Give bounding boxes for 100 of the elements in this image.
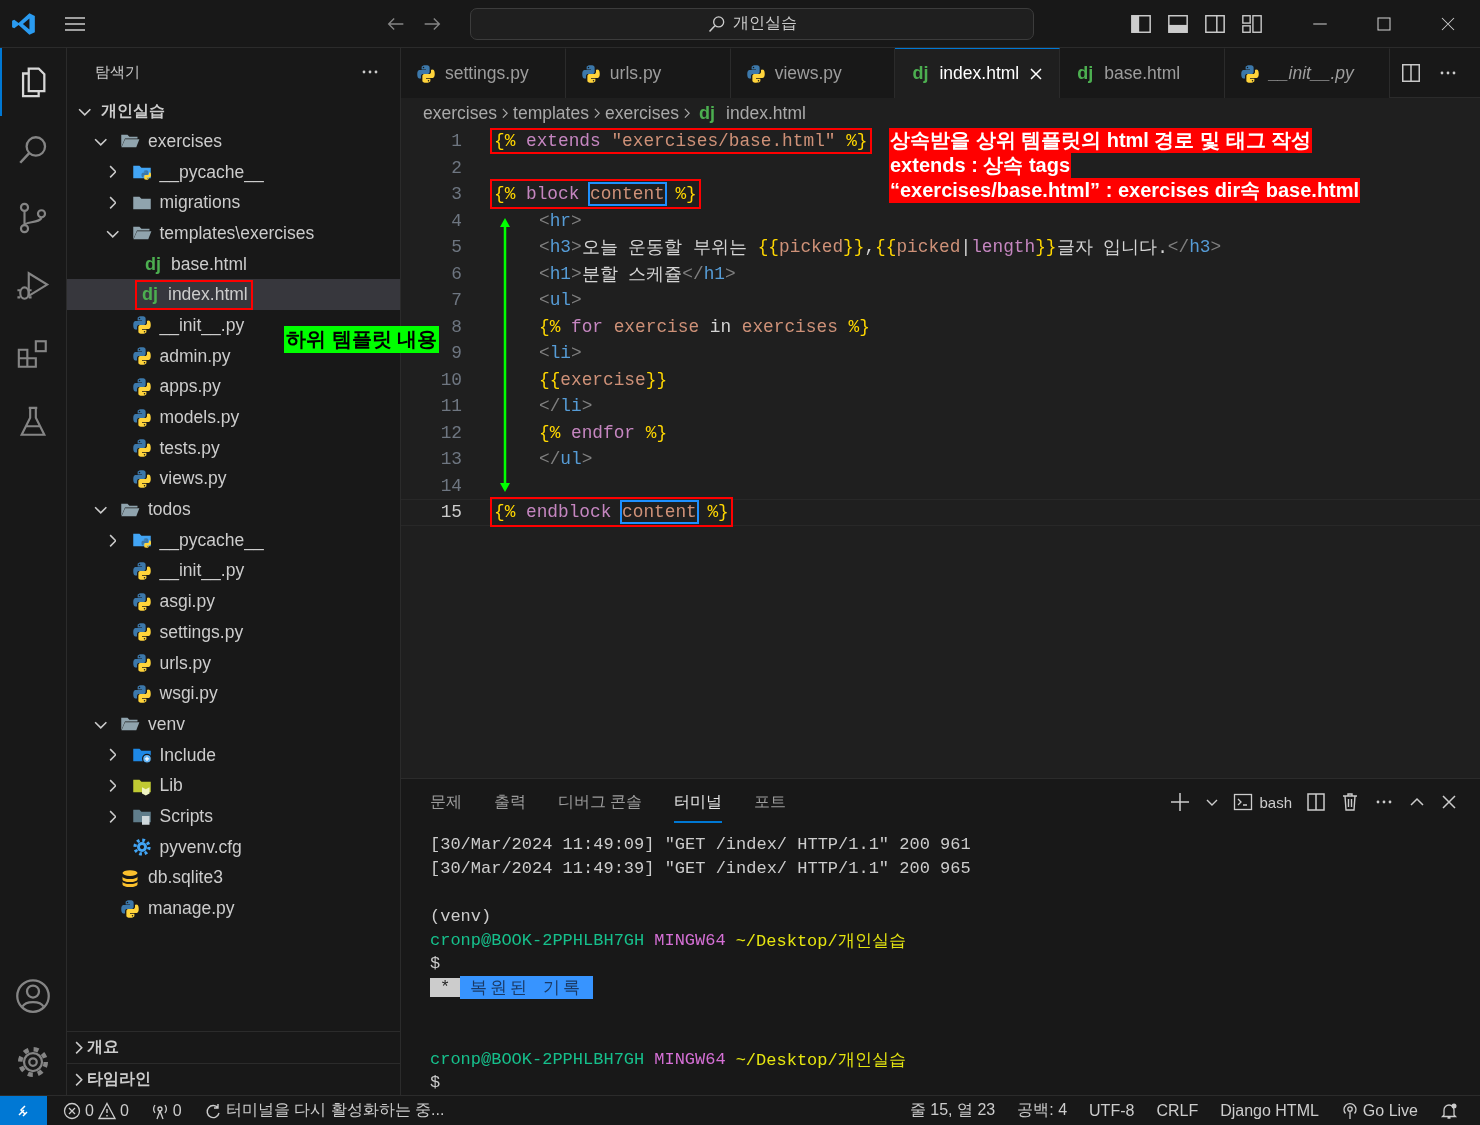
tree-item[interactable]: settings.py: [128, 617, 247, 648]
activity-status[interactable]: 터미널을 다시 활성화하는 중...: [199, 1100, 449, 1121]
status-item[interactable]: CRLF: [1152, 1101, 1203, 1120]
trash-icon[interactable]: [1340, 792, 1360, 812]
close-icon[interactable]: [1440, 793, 1458, 811]
status-item[interactable]: Django HTML: [1216, 1101, 1323, 1120]
bell-icon[interactable]: [1440, 1101, 1458, 1120]
tree-item[interactable]: dj base.html: [140, 249, 250, 280]
panel-tab[interactable]: 포트: [754, 781, 787, 823]
tree-item[interactable]: Scripts: [128, 801, 216, 832]
chevron-icon: [593, 107, 601, 119]
tree-item[interactable]: models.py: [128, 402, 243, 433]
django-icon: dj: [140, 284, 160, 306]
tree-item[interactable]: admin.py: [128, 341, 234, 372]
line-number: 2: [450, 157, 462, 178]
terminal-text: ~/Desktop/개인실습: [735, 1049, 906, 1071]
panel-tab[interactable]: 출력: [494, 781, 526, 823]
tree-item[interactable]: db.sqlite3: [117, 862, 226, 893]
panel-tab[interactable]: 문제: [430, 781, 462, 823]
tree-item[interactable]: manage.py: [117, 893, 238, 924]
breadcrumb-item[interactable]: index.html: [726, 102, 806, 124]
editor-tab[interactable]: dj base.html: [1060, 48, 1226, 98]
breadcrumb-item[interactable]: templates: [513, 102, 589, 124]
maximize-icon[interactable]: [1375, 14, 1393, 33]
line-number: 8: [450, 316, 462, 337]
panel-tab[interactable]: 디버그 콘솔: [558, 781, 643, 823]
line-number: 14: [439, 475, 462, 496]
python-file-icon: [131, 560, 152, 581]
python-file-icon: [745, 63, 766, 84]
tree-item[interactable]: urls.py: [128, 648, 215, 679]
status-item[interactable]: UTF-8: [1085, 1101, 1139, 1120]
status-item[interactable]: 공백: 4: [1013, 1100, 1072, 1121]
play-bug-icon[interactable]: [16, 269, 50, 303]
code-line: <ul>: [539, 290, 582, 311]
tree-item[interactable]: migrations: [128, 187, 244, 218]
terminal-text: [30/Mar/2024 11:49:39] "GET /index/ HTTP/1.1" 200 965: [430, 859, 971, 879]
tree-item[interactable]: __pycache__: [128, 525, 267, 556]
problems-status[interactable]: 0 0: [59, 1101, 133, 1120]
tree-item[interactable]: apps.py: [128, 371, 224, 402]
python-file-icon: [131, 438, 152, 459]
tree-item[interactable]: asgi.py: [128, 586, 218, 617]
toggle-sidebar-icon[interactable]: [1129, 12, 1152, 35]
status-item[interactable]: 줄 15, 열 23: [905, 1100, 1000, 1121]
tree-item[interactable]: views.py: [128, 463, 230, 494]
chevron-icon: [683, 107, 691, 119]
folder-header[interactable]: 개인실습: [67, 96, 400, 126]
tree-item[interactable]: wsgi.py: [128, 678, 221, 709]
tree-item[interactable]: templates\exercises: [128, 218, 318, 249]
line-number: 6: [450, 263, 462, 284]
plus-icon[interactable]: [1169, 791, 1192, 813]
status-item[interactable]: Go Live: [1336, 1101, 1422, 1120]
tree-item[interactable]: pyvenv.cfg: [128, 832, 245, 863]
editor-tab[interactable]: urls.py: [565, 48, 731, 98]
database-icon: [120, 867, 140, 888]
chevron-icon: [75, 1040, 83, 1055]
account-icon[interactable]: [15, 978, 51, 1014]
ports-status[interactable]: 0: [146, 1101, 186, 1120]
tree-item[interactable]: Include: [128, 740, 219, 771]
breadcrumb-item[interactable]: exercises: [605, 102, 679, 124]
search-icon: [707, 13, 727, 34]
line-number: 5: [450, 237, 462, 258]
split-editor-icon[interactable]: [1399, 61, 1422, 84]
warning-icon: [97, 1101, 116, 1120]
editor-tab[interactable]: settings.py: [401, 48, 566, 98]
tree-item[interactable]: __init__.py: [128, 555, 248, 586]
line-number: 10: [439, 369, 462, 390]
code-line: {% for exercise in exercises %}: [539, 316, 870, 337]
toggle-secondary-sidebar-icon[interactable]: [1203, 12, 1226, 35]
code-highlight: content: [588, 182, 667, 207]
python-file-icon: [131, 622, 152, 643]
blocks-icon[interactable]: [16, 337, 50, 371]
split-terminal-icon[interactable]: [1306, 792, 1326, 812]
line-number: 9: [450, 343, 462, 364]
django-icon: dj: [699, 102, 716, 124]
terminal-text: $: [430, 1073, 441, 1093]
tree-item[interactable]: tests.py: [128, 433, 223, 464]
settings-icon[interactable]: [15, 1044, 51, 1080]
close-icon[interactable]: [1028, 65, 1045, 82]
editor-tab[interactable]: dj index.html: [895, 48, 1061, 98]
breadcrumb-item[interactable]: exercises: [423, 102, 497, 124]
terminal-badge: *: [430, 978, 461, 998]
tree-item[interactable]: dj index.html: [135, 279, 253, 310]
terminal-shell[interactable]: bash: [1233, 792, 1292, 812]
editor-tab[interactable]: __init__.py: [1225, 48, 1390, 98]
tree-item[interactable]: exercises: [117, 126, 225, 157]
toggle-panel-icon[interactable]: [1166, 12, 1189, 35]
tree-item[interactable]: __init__.py: [128, 310, 248, 341]
panel-tab[interactable]: 터미널: [674, 781, 723, 823]
tree-item[interactable]: Lib: [128, 770, 186, 801]
editor-tab[interactable]: views.py: [730, 48, 896, 98]
annotation-label: 하위 템플릿 내용: [284, 326, 440, 353]
command-center[interactable]: 개인실습: [470, 7, 1034, 40]
terminal-badge: 복원된 기록: [460, 976, 594, 1000]
customize-layout-icon[interactable]: [1240, 12, 1263, 35]
python-file-icon: [416, 63, 436, 84]
section-header[interactable]: 개요: [67, 1031, 400, 1063]
tree-item[interactable]: venv: [117, 709, 188, 740]
terminal-icon: [1233, 792, 1254, 812]
tree-item[interactable]: todos: [117, 494, 194, 525]
tree-item[interactable]: __pycache__: [128, 157, 267, 188]
